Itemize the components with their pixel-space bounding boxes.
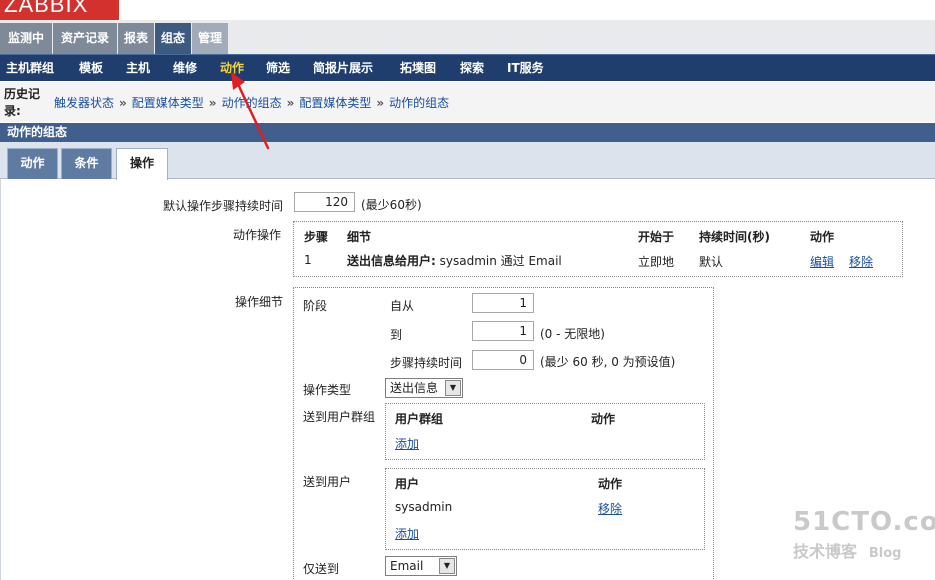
zabbix-logo[interactable]: ZABBIX xyxy=(0,0,119,20)
op-duration: 默认 xyxy=(699,255,724,269)
tab-administration[interactable]: 管理 xyxy=(192,23,228,54)
to-input[interactable]: 1 xyxy=(472,321,534,341)
annotation-arrow-icon xyxy=(231,72,270,150)
chevron-down-icon: ▼ xyxy=(445,380,461,396)
tab-action[interactable]: 动作 xyxy=(7,148,58,179)
user-name: sysadmin xyxy=(395,500,453,514)
subnav-hostgroups[interactable]: 主机群组 xyxy=(6,55,54,82)
from-label: 自从 xyxy=(390,299,415,313)
col-start: 开始于 xyxy=(638,230,675,244)
op-detail: 送出信息给用户: sysadmin 通过 Email xyxy=(347,252,562,269)
chevron-down-icon: ▼ xyxy=(439,558,455,574)
history-link-5[interactable]: 动作的组态 xyxy=(389,96,449,110)
col-action: 动作 xyxy=(810,230,835,244)
history-link-2[interactable]: 配置媒体类型 xyxy=(132,96,204,110)
col-user-group: 用户群组 xyxy=(395,412,444,426)
subnav-templates[interactable]: 模板 xyxy=(79,55,103,82)
default-step-input[interactable]: 120 xyxy=(294,192,355,212)
step-duration-input[interactable]: 0 xyxy=(472,350,534,370)
subnav-maintenance[interactable]: 维修 xyxy=(173,55,197,82)
section-title: 动作的组态 xyxy=(0,123,935,142)
operation-type-label: 操作类型 xyxy=(303,383,352,397)
send-to-groups-label: 送到用户群组 xyxy=(303,410,376,424)
tab-conditions[interactable]: 条件 xyxy=(61,148,112,179)
to-label: 到 xyxy=(390,328,403,342)
remove-user-link[interactable]: 移除 xyxy=(598,500,622,517)
op-detail-prefix: 送出信息给用户: xyxy=(347,254,436,268)
operations-table: 步骤 细节 开始于 持续时间(秒) 动作 1 送出信息给用户: sysadmin… xyxy=(293,221,903,277)
tab-reports[interactable]: 报表 xyxy=(118,23,154,54)
breadcrumb-separator: » xyxy=(376,96,385,110)
user-groups-table: 用户群组 动作 添加 xyxy=(385,403,705,460)
col-detail: 细节 xyxy=(347,230,372,244)
history-link-1[interactable]: 触发器状态 xyxy=(54,96,114,110)
send-only-to-value: Email xyxy=(390,559,424,573)
stage-label: 阶段 xyxy=(303,299,328,313)
subnav-slides[interactable]: 简报片展示 xyxy=(313,55,373,82)
col-step: 步骤 xyxy=(304,230,329,244)
subnav-it-services[interactable]: IT服务 xyxy=(507,55,544,82)
history-bar: 历史记录: 触发器状态» 配置媒体类型» 动作的组态» 配置媒体类型» 动作的组态 xyxy=(0,82,935,122)
remove-operation-link[interactable]: 移除 xyxy=(849,253,873,270)
op-step: 1 xyxy=(304,253,312,267)
to-hint: (0 - 无限地) xyxy=(540,327,605,341)
subnav-hosts[interactable]: 主机 xyxy=(126,55,150,82)
operation-details-label: 操作细节 xyxy=(235,295,284,309)
breadcrumb-separator: » xyxy=(119,96,127,110)
send-only-to-label: 仅送到 xyxy=(303,562,340,576)
col-group-action: 动作 xyxy=(591,412,616,426)
sub-menu: 主机群组 模板 主机 维修 动作 筛选 简报片展示 拓墣图 探索 IT服务 xyxy=(0,54,935,81)
add-user-group-link[interactable]: 添加 xyxy=(395,435,419,452)
op-detail-text: sysadmin 通过 Email xyxy=(435,254,562,268)
col-user: 用户 xyxy=(395,477,420,491)
op-start: 立即地 xyxy=(638,255,675,269)
watermark-blog: Blog xyxy=(868,546,902,561)
operation-type-select[interactable]: 送出信息 ▼ xyxy=(385,378,463,398)
edit-operation-link[interactable]: 编辑 xyxy=(810,253,834,270)
step-duration-label: 步骤持续时间 xyxy=(390,356,463,370)
operation-type-value: 送出信息 xyxy=(390,381,439,395)
default-step-label: 默认操作步骤持续时间 xyxy=(163,199,284,213)
col-duration: 持续时间(秒) xyxy=(699,230,770,244)
default-step-hint: (最少60秒) xyxy=(361,198,422,212)
history-link-4[interactable]: 配置媒体类型 xyxy=(299,96,371,110)
action-operations-label: 动作操作 xyxy=(233,228,282,242)
operation-details-box: 阶段 自从 1 到 1 (0 - 无限地) 步骤持续时间 0 (最少 60 秒,… xyxy=(293,287,714,580)
watermark-tagline: 技术博客 xyxy=(793,542,858,561)
watermark-brand: 51CTO.com xyxy=(793,507,935,537)
subnav-discovery[interactable]: 探索 xyxy=(460,55,484,82)
watermark: 51CTO.com 技术博客 Blog xyxy=(793,508,935,562)
breadcrumb-separator: » xyxy=(286,96,295,110)
tab-operations[interactable]: 操作 xyxy=(116,148,168,180)
history-label: 历史记录: xyxy=(4,87,41,118)
subnav-maps[interactable]: 拓墣图 xyxy=(400,55,436,82)
breadcrumb-separator: » xyxy=(208,96,217,110)
send-to-users-label: 送到用户 xyxy=(303,475,352,489)
tab-configuration[interactable]: 组态 xyxy=(155,23,191,54)
add-user-link[interactable]: 添加 xyxy=(395,525,419,542)
step-duration-hint: (最少 60 秒, 0 为预设值) xyxy=(540,355,676,369)
main-menu: 监测中 资产记录 报表 组态 管理 xyxy=(0,20,935,54)
form-tabs: 动作 条件 操作 xyxy=(0,142,935,180)
send-only-to-select[interactable]: Email ▼ xyxy=(385,556,457,576)
users-table: 用户 动作 sysadmin 移除 添加 xyxy=(385,468,705,550)
tab-inventory[interactable]: 资产记录 xyxy=(53,23,117,54)
tab-monitoring[interactable]: 监测中 xyxy=(0,23,52,54)
from-input[interactable]: 1 xyxy=(472,293,534,313)
col-user-action: 动作 xyxy=(598,477,623,491)
